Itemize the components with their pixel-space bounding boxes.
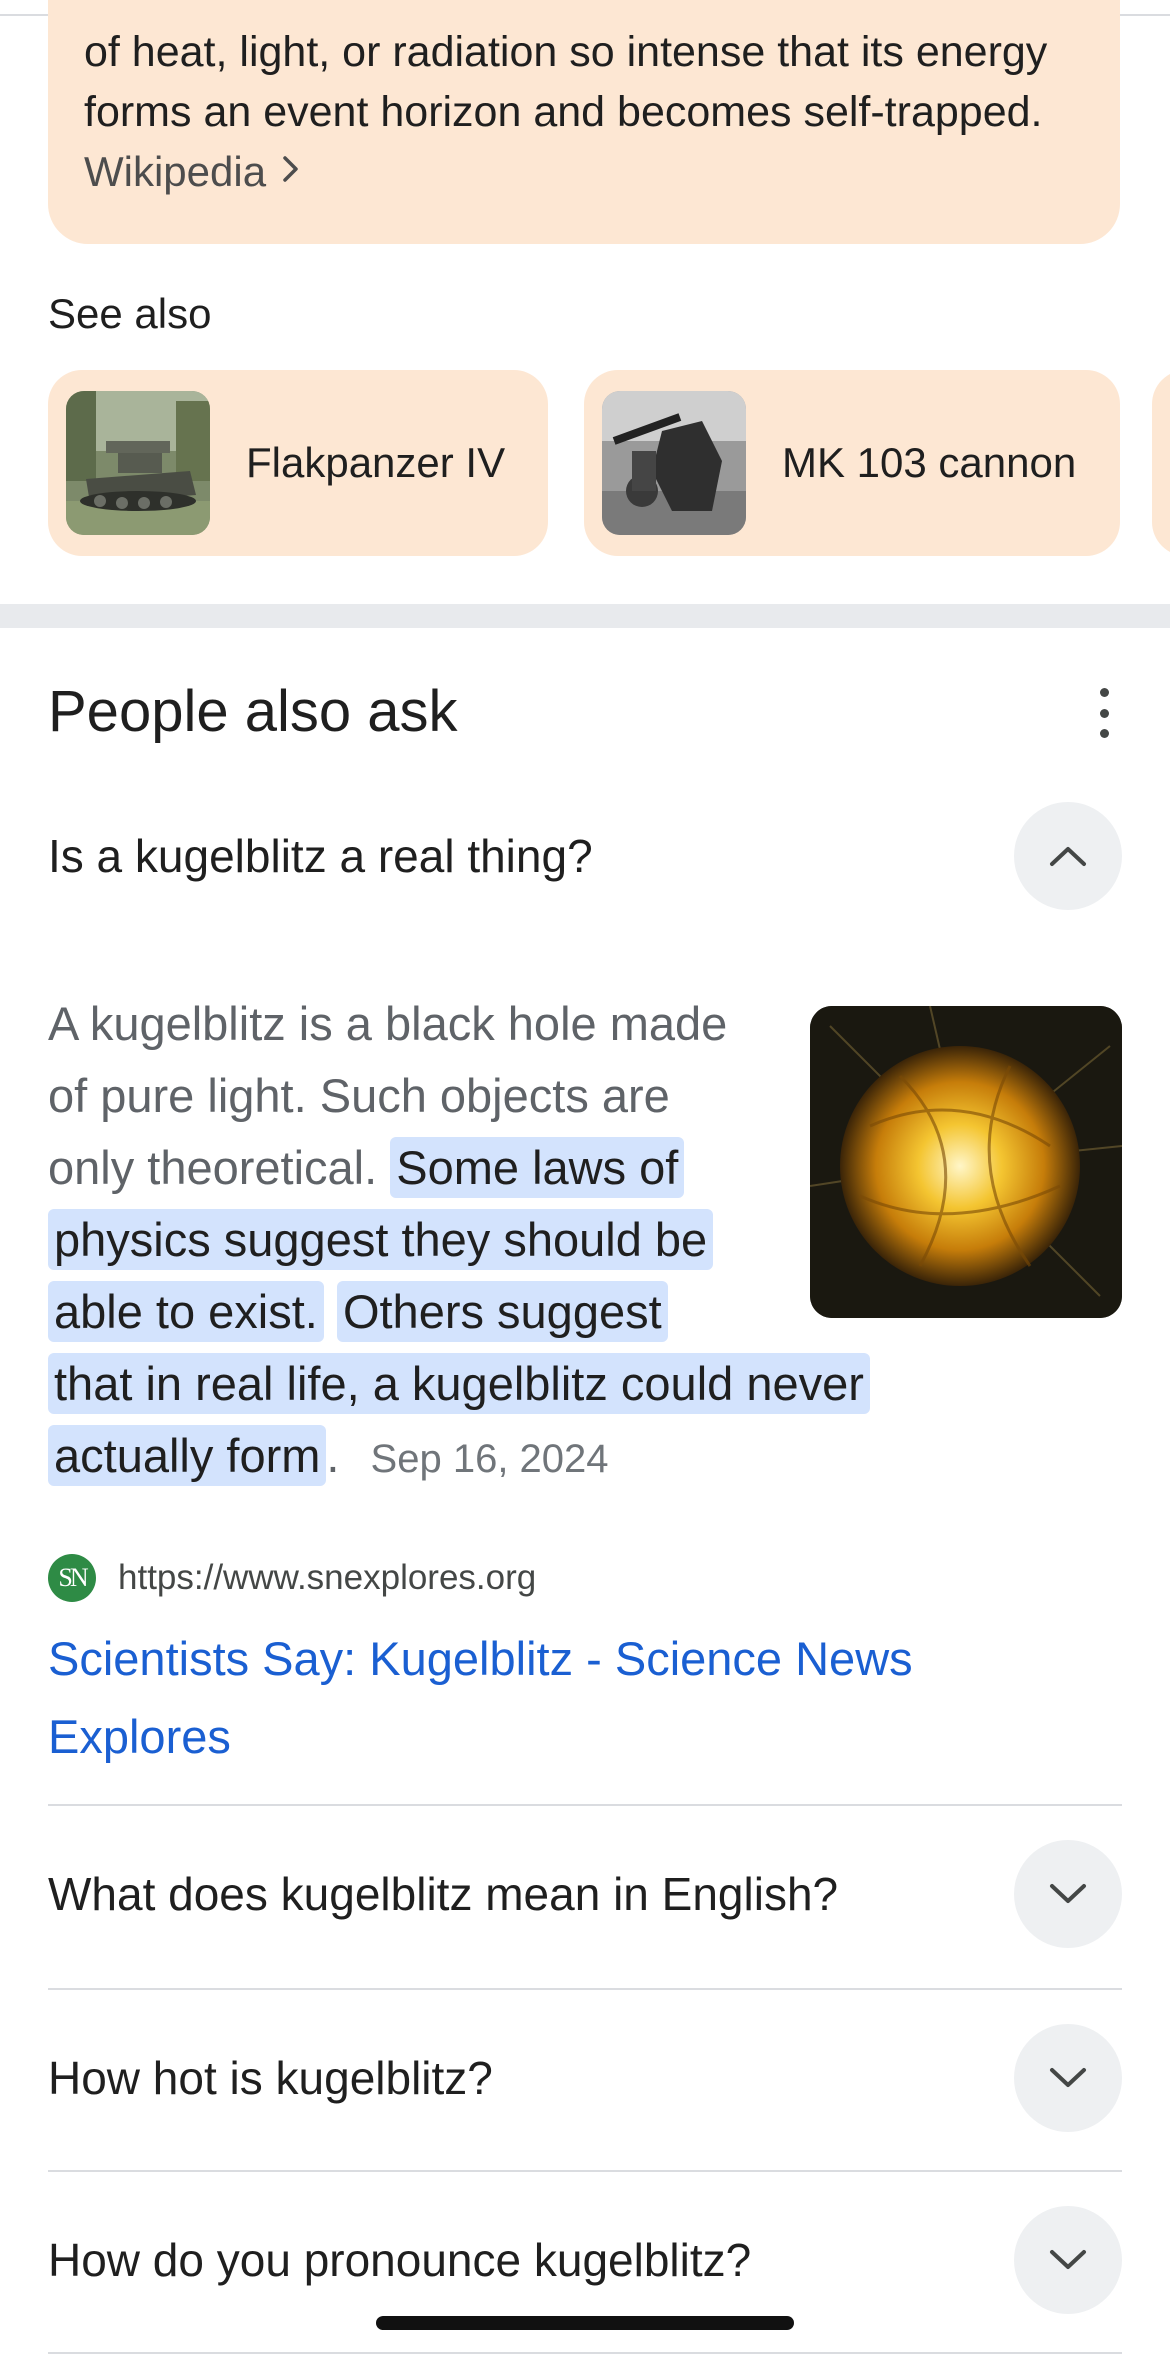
answer-highlight: able to exist. xyxy=(48,1281,324,1342)
paa-question-text: What does kugelblitz mean in English? xyxy=(48,1868,839,1920)
people-also-ask-heading: People also ask xyxy=(48,679,458,744)
paa-question-text: How do you pronounce kugelblitz? xyxy=(48,2234,752,2286)
answer-highlight: Some laws of xyxy=(390,1137,685,1198)
answer-text-plain: only theoretical. xyxy=(48,1141,378,1194)
see-also-chip-mk103[interactable]: MK 103 cannon xyxy=(584,370,1120,556)
divider xyxy=(48,2170,1122,2172)
wikipedia-link-label: Wikipedia xyxy=(84,148,267,195)
source-title-link[interactable]: Scientists Say: Kugelblitz - Science New… xyxy=(48,1620,1008,1776)
see-also-chip-label: Flakpanzer IV xyxy=(246,439,506,486)
divider xyxy=(48,1804,1122,1806)
chevron-down-icon[interactable] xyxy=(1014,2206,1122,2314)
divider xyxy=(48,1988,1122,1990)
answer-highlight: that in real life, a kugelblitz could ne… xyxy=(48,1353,870,1414)
wikipedia-link[interactable]: Wikipedia xyxy=(84,142,1084,202)
cannon-thumbnail xyxy=(602,391,746,535)
kugelblitz-image[interactable] xyxy=(810,1006,1122,1318)
home-indicator[interactable] xyxy=(376,2316,794,2330)
answer-line: actually form. Sep 16, 2024 xyxy=(48,1420,968,1495)
see-also-chip-label: MK 103 cannon xyxy=(782,439,1077,486)
kp-description-line: of heat, light, or radiation so intense … xyxy=(84,28,1048,76)
see-also-chip-partial[interactable] xyxy=(1152,370,1170,556)
see-also-heading: See also xyxy=(48,290,212,337)
section-divider xyxy=(0,604,1170,628)
more-options-icon[interactable] xyxy=(1086,688,1122,738)
answer-source[interactable]: SN https://www.snexplores.org xyxy=(48,1554,536,1602)
kp-description-line: forms an event horizon and becomes self-… xyxy=(84,88,1043,136)
chevron-right-icon xyxy=(280,142,302,202)
snexplores-favicon: SN xyxy=(48,1554,96,1602)
chevron-down-icon[interactable] xyxy=(1014,2024,1122,2132)
chevron-down-icon[interactable] xyxy=(1014,1840,1122,1948)
divider xyxy=(48,2352,1122,2354)
tank-thumbnail xyxy=(66,391,210,535)
paa-question[interactable]: How hot is kugelblitz? xyxy=(48,2024,1122,2132)
answer-period: . xyxy=(326,1429,340,1482)
knowledge-panel-card: of heat, light, or radiation so intense … xyxy=(48,0,1120,244)
paa-question[interactable]: What does kugelblitz mean in English? xyxy=(48,1840,1122,1948)
paa-question[interactable]: How do you pronounce kugelblitz? xyxy=(48,2206,1122,2314)
paa-question-text: How hot is kugelblitz? xyxy=(48,2052,493,2104)
see-also-carousel[interactable]: Flakpanzer IV MK 103 cannon xyxy=(48,370,1170,556)
answer-highlight: actually form xyxy=(48,1425,327,1486)
answer-highlight: Others suggest xyxy=(336,1281,668,1342)
paa-question-expanded[interactable]: Is a kugelblitz a real thing? xyxy=(48,802,1122,910)
chevron-up-icon[interactable] xyxy=(1014,802,1122,910)
answer-date: Sep 16, 2024 xyxy=(370,1437,609,1481)
source-url: https://www.snexplores.org xyxy=(118,1558,537,1597)
paa-question-text: Is a kugelblitz a real thing? xyxy=(48,830,593,882)
answer-line: that in real life, a kugelblitz could ne… xyxy=(48,1348,968,1420)
see-also-chip-flakpanzer[interactable]: Flakpanzer IV xyxy=(48,370,548,556)
answer-highlight: physics suggest they should be xyxy=(48,1209,714,1270)
